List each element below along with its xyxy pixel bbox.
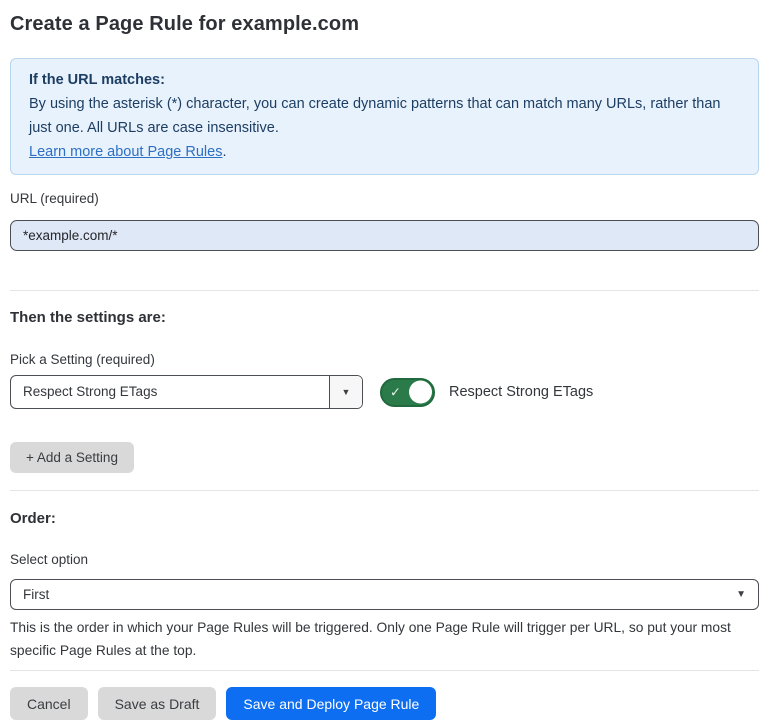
cancel-button[interactable]: Cancel [10,687,88,720]
link-period: . [222,144,226,160]
setting-select[interactable]: Respect Strong ETags ▼ [10,375,363,409]
order-select-label: Select option [10,552,759,568]
order-section-heading: Order: [10,510,759,528]
setting-row: Respect Strong ETags ▼ ✓ Respect Strong … [10,375,759,409]
divider [10,290,759,291]
toggle-knob [409,381,432,404]
check-icon: ✓ [390,386,401,399]
divider [10,490,759,491]
info-box-heading: If the URL matches: [29,68,740,92]
url-field-label: URL (required) [10,191,759,207]
info-box-link-line: Learn more about Page Rules. [29,140,740,164]
save-and-deploy-button[interactable]: Save and Deploy Page Rule [226,687,436,720]
settings-section-heading: Then the settings are: [10,309,759,327]
pick-setting-label: Pick a Setting (required) [10,352,759,368]
divider [10,670,759,671]
setting-select-value: Respect Strong ETags [11,376,329,408]
toggle-label: Respect Strong ETags [449,384,593,400]
order-help-text: This is the order in which your Page Rul… [10,617,759,662]
page-title: Create a Page Rule for example.com [10,12,759,36]
respect-strong-etags-toggle[interactable]: ✓ [380,378,435,407]
caret-down-icon: ▼ [342,387,351,397]
save-as-draft-button[interactable]: Save as Draft [98,687,217,720]
url-input[interactable] [10,220,759,251]
info-box-body: By using the asterisk (*) character, you… [29,92,740,140]
add-setting-button[interactable]: + Add a Setting [10,442,134,473]
setting-select-arrow-button[interactable]: ▼ [329,376,362,408]
url-match-info-box: If the URL matches: By using the asteris… [10,58,759,175]
order-select[interactable]: First ▼ [10,579,759,610]
order-select-value: First [23,587,49,602]
footer-buttons: Cancel Save as Draft Save and Deploy Pag… [10,687,759,720]
learn-more-link[interactable]: Learn more about Page Rules [29,144,222,160]
chevron-down-icon: ▼ [736,589,746,600]
